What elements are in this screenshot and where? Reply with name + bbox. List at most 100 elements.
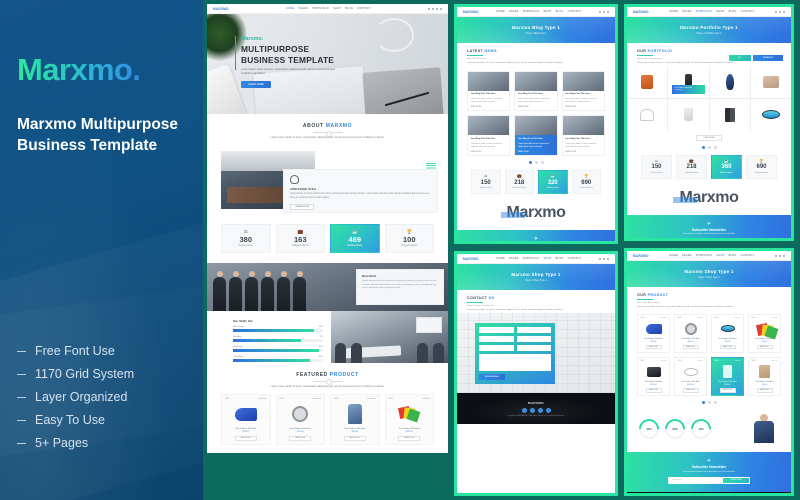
linkedin-icon[interactable] [607, 257, 609, 260]
nav-item-shop[interactable]: SHOP [333, 7, 341, 10]
facebook-icon[interactable] [775, 10, 777, 13]
add-to-cart-button[interactable]: Add To Cart [645, 388, 662, 393]
read-more-link[interactable]: READ MORE [565, 106, 601, 108]
twitter-icon[interactable] [432, 7, 434, 10]
nav-item-home[interactable]: HOME [496, 257, 505, 260]
nav-item-contact[interactable]: CONTACT [357, 7, 371, 10]
facebook-icon[interactable] [599, 257, 601, 260]
product-card[interactable]: NEW ★★★★ Your Product Title Here $35.00 A… [711, 313, 744, 353]
pagination-dot[interactable] [707, 145, 711, 149]
linkedin-icon[interactable] [607, 10, 609, 13]
pagination-dot-active[interactable] [701, 401, 705, 405]
subscribe-button[interactable]: SUBSCRIBE [723, 477, 749, 483]
navbar-logo[interactable]: MARXMO [633, 254, 649, 258]
nav-item-blog[interactable]: BLOG [345, 7, 353, 10]
product-card[interactable]: NEW ★★★★ Your Product Title Here $45.00 A… [748, 313, 781, 353]
add-to-cart-button[interactable]: Add To Cart [719, 388, 736, 393]
list-item[interactable]: Your Blog Post Title Here Lorem ipsum do… [514, 70, 558, 112]
pagination-dot-active[interactable] [701, 145, 705, 149]
nav-item-portfolio[interactable]: PORTFOLIO [523, 10, 540, 13]
list-item[interactable]: Your Blog Post Title Here Lorem ipsum do… [467, 70, 511, 112]
nav-item-blog[interactable]: BLOG [556, 257, 564, 260]
pagination-dot[interactable] [713, 145, 717, 149]
product-card[interactable]: NEW ★★★★ Your Product Title Here $29.00 A… [637, 313, 670, 353]
facebook-icon[interactable] [599, 10, 601, 13]
phone-field[interactable] [479, 335, 514, 342]
add-to-cart-button[interactable]: Add To Cart [343, 435, 366, 441]
nav-item-pages[interactable]: PAGES [682, 254, 692, 257]
linkedin-icon[interactable] [537, 407, 543, 413]
add-to-cart-button[interactable]: Add To Cart [719, 344, 736, 350]
portfolio-item[interactable] [750, 65, 791, 98]
facebook-icon[interactable] [428, 7, 430, 10]
add-to-cart-button[interactable]: Add To Cart [756, 344, 773, 350]
read-more-link[interactable]: READ MORE [471, 151, 507, 153]
add-to-cart-button[interactable]: Add To Cart [682, 344, 699, 350]
send-message-button[interactable]: SEND MESSAGE [479, 373, 505, 380]
product-card[interactable]: NEW ★★★★★ Your Product Title Here $59.00 … [275, 394, 325, 445]
list-item[interactable]: Your Blog Post Title Here Lorem ipsum do… [561, 70, 605, 112]
nav-item-home[interactable]: HOME [496, 10, 505, 13]
linkedin-icon[interactable] [783, 254, 785, 257]
twitter-icon[interactable] [603, 257, 605, 260]
instagram-icon[interactable] [545, 407, 551, 413]
nav-item-contact[interactable]: CONTACT [568, 10, 582, 13]
list-item-highlighted[interactable]: Your Blog Post Title Here Lorem ipsum do… [514, 115, 558, 157]
subscribe-button[interactable]: SUBSCRIBE [723, 240, 749, 241]
portfolio-item[interactable] [750, 98, 791, 131]
about-learn-more-button[interactable]: LEARN MORE [290, 203, 314, 210]
message-textarea[interactable] [479, 353, 551, 371]
nav-item-pages[interactable]: PAGES [509, 10, 519, 13]
filter-tab-branding[interactable]: BRANDING [753, 55, 783, 61]
pagination-dot-active[interactable] [528, 161, 532, 165]
twitter-icon[interactable] [779, 254, 781, 257]
add-to-cart-button[interactable]: Add To Cart [398, 435, 421, 441]
pagination-dots[interactable] [627, 396, 791, 406]
portfolio-item[interactable] [709, 98, 750, 131]
read-more-link[interactable]: READ MORE [518, 106, 554, 108]
nav-item-portfolio[interactable]: PORTFOLIO [312, 7, 329, 10]
add-to-cart-button[interactable]: Add To Cart [289, 435, 312, 441]
nav-item-shop[interactable]: SHOP [716, 254, 724, 257]
filter-tab-all[interactable]: ALL [729, 55, 751, 61]
portfolio-item[interactable] [627, 98, 668, 131]
linkedin-icon[interactable] [783, 10, 785, 13]
navbar-logo[interactable]: MARXMO [213, 7, 229, 11]
nav-item-portfolio[interactable]: PORTFOLIO [523, 257, 540, 260]
nav-item-contact[interactable]: CONTACT [568, 257, 582, 260]
portfolio-item[interactable] [709, 65, 750, 98]
product-card[interactable]: NEW ★★★★ Your Product Title Here $59.00 A… [674, 313, 707, 353]
pagination-dots[interactable] [627, 141, 791, 151]
read-more-link[interactable]: READ MORE [565, 151, 601, 153]
nav-item-blog[interactable]: BLOG [729, 10, 737, 13]
pagination-dot[interactable] [540, 161, 544, 165]
nav-item-portfolio[interactable]: PORTFOLIO [696, 254, 713, 257]
twitter-icon[interactable] [529, 407, 535, 413]
nav-item-shop[interactable]: SHOP [716, 10, 724, 13]
product-card-highlighted[interactable]: NEW ★★★★ Your Product Title Here $149.00 … [711, 356, 744, 397]
email-field[interactable]: Your Email [669, 478, 723, 483]
navbar-logo[interactable]: MARXMO [633, 10, 649, 14]
nav-item-shop[interactable]: SHOP [543, 10, 551, 13]
portfolio-item[interactable] [668, 98, 709, 131]
nav-item-pages[interactable]: PAGES [682, 10, 692, 13]
nav-item-pages[interactable]: PAGES [509, 257, 519, 260]
shop-page-screenshot[interactable]: MARXMO HOME PAGES PORTFOLIO SHOP BLOG CO… [624, 248, 794, 496]
nav-item-home[interactable]: HOME [286, 7, 295, 10]
web-field[interactable] [479, 344, 514, 351]
nav-item-shop[interactable]: SHOP [543, 257, 551, 260]
nav-item-blog[interactable]: BLOG [556, 10, 564, 13]
nav-item-home[interactable]: HOME [669, 254, 678, 257]
nav-item-blog[interactable]: BLOG [729, 254, 737, 257]
email-field[interactable] [516, 326, 551, 333]
pagination-dot[interactable] [707, 401, 711, 405]
nav-item-portfolio[interactable]: PORTFOLIO [696, 10, 713, 13]
facebook-icon[interactable] [521, 407, 527, 413]
portfolio-page-screenshot[interactable]: MARXMO HOME PAGES PORTFOLIO SHOP BLOG CO… [624, 4, 794, 241]
hero-cta-button[interactable]: LEARN MORE [241, 81, 271, 89]
twitter-icon[interactable] [603, 10, 605, 13]
portfolio-item[interactable]: Your Project Title Here Branding [668, 65, 709, 98]
product-card[interactable]: NEW ★★★★★ Your Product Title Here $45.00 … [384, 394, 434, 445]
nav-item-pages[interactable]: PAGES [298, 7, 308, 10]
contact-page-screenshot[interactable]: MARXMO HOME PAGES PORTFOLIO SHOP BLOG CO… [454, 251, 618, 496]
